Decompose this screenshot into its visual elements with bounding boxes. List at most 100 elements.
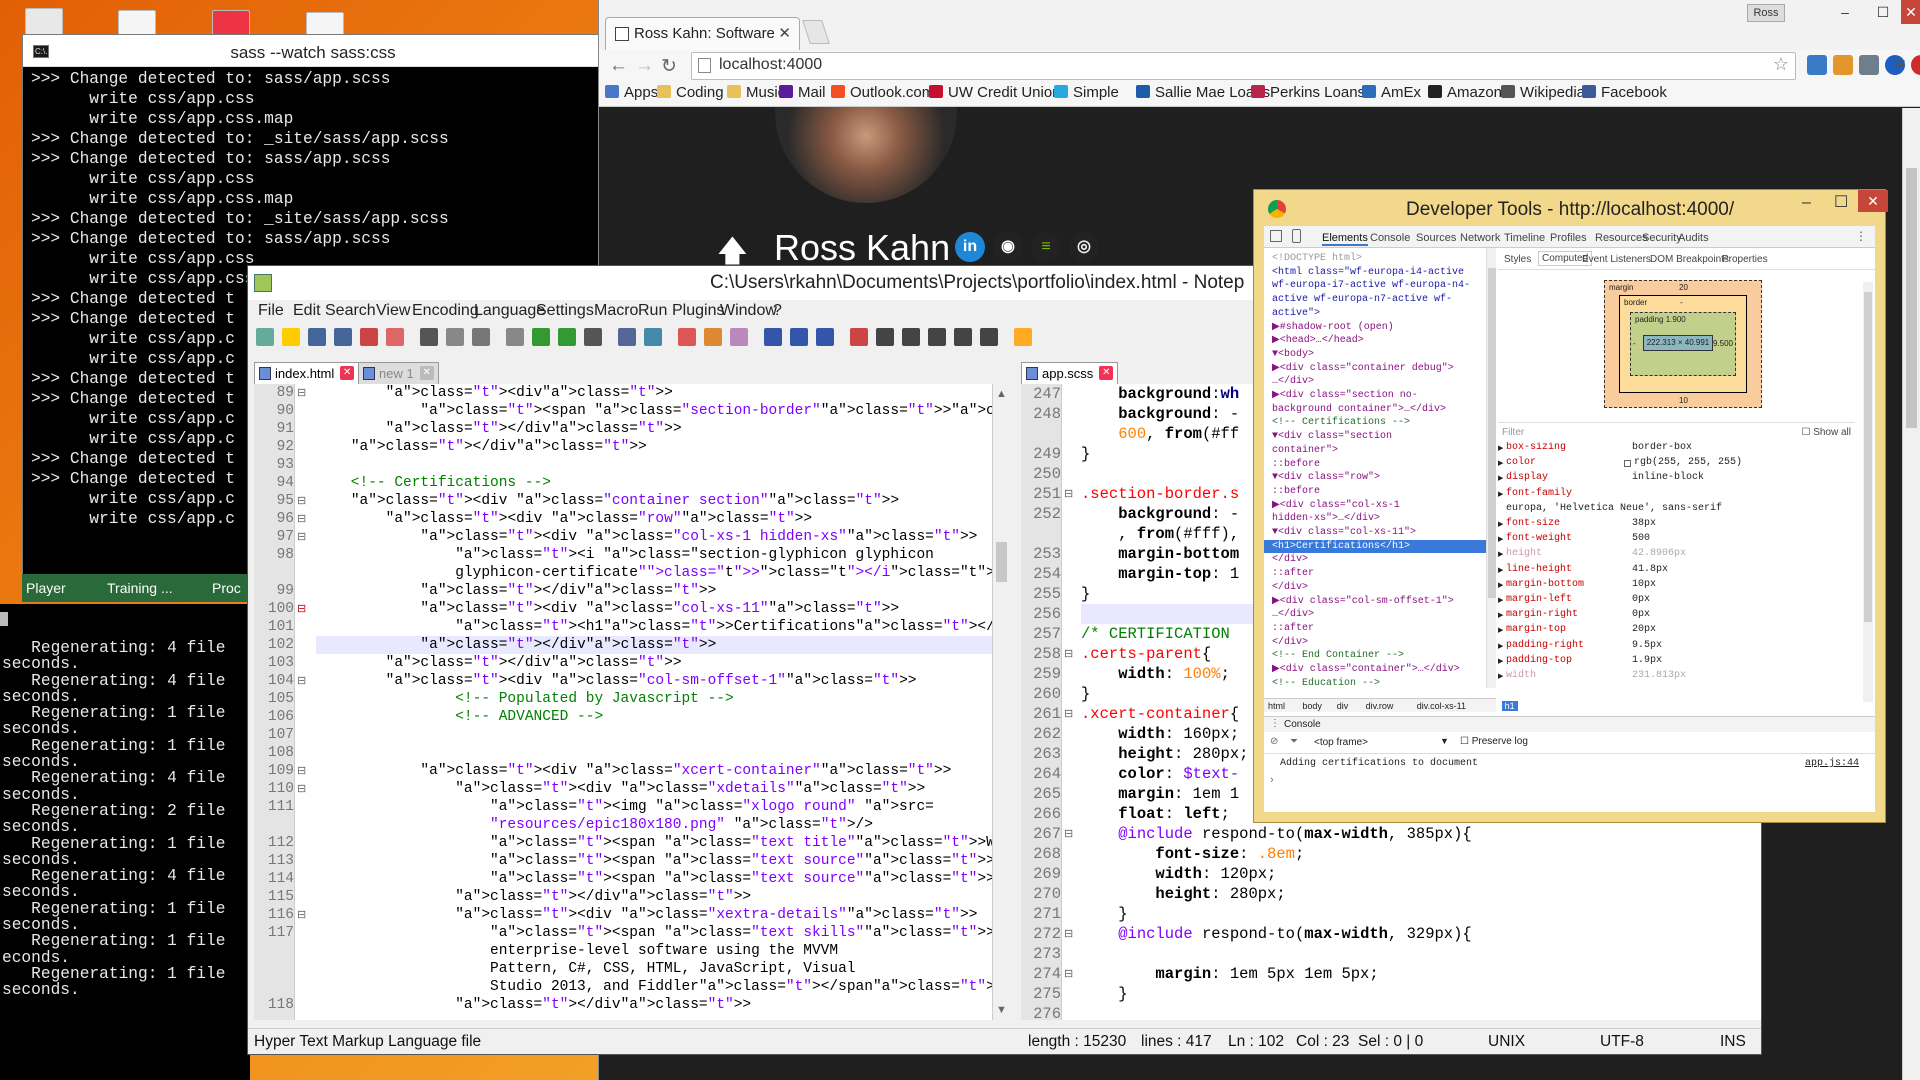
bookmark-item[interactable]: UW Credit Union	[929, 84, 1061, 101]
code-line[interactable]: "a">class="t"><div "a">class="row""a">cl…	[316, 510, 1010, 528]
computed-property[interactable]: ▶ font-family	[1498, 488, 1855, 502]
expand-arrow-icon[interactable]: ▶	[1498, 474, 1503, 483]
code-line[interactable]: "a">class="t"><img "a">class="xlogo roun…	[316, 798, 1010, 816]
code-line[interactable]	[316, 744, 1010, 762]
console-tab[interactable]: Console	[1284, 719, 1321, 730]
expand-arrow-icon[interactable]: ▶	[1498, 596, 1503, 605]
dom-node[interactable]: ::after	[1272, 622, 1314, 635]
bookmark-item[interactable]: Wikipedia	[1501, 84, 1585, 101]
code-line[interactable]: "a">class="t"><div "a">class="col-xs-11"…	[316, 600, 1010, 618]
code-line[interactable]: Pattern, C#, CSS, HTML, JavaScript, Visu…	[316, 960, 1010, 978]
dom-node[interactable]: wf-europa-i7-active wf-europa-n4-	[1272, 279, 1470, 292]
devtools-tab-console[interactable]: Console	[1370, 232, 1410, 244]
close-tab-icon[interactable]: ✕	[778, 24, 791, 42]
device-icon[interactable]	[1292, 229, 1301, 243]
code-line[interactable]: "a">class="t"><div "a">class="container …	[316, 492, 1010, 510]
devtools-tab-security[interactable]: Security	[1642, 232, 1682, 244]
fold-toggle-icon[interactable]: ⊟	[297, 782, 306, 795]
side-tab-dom-breakpoints[interactable]: DOM Breakpoints	[1650, 254, 1729, 265]
tab-index-html[interactable]: index.html ✕	[254, 362, 360, 384]
elements-tree[interactable]: <!DOCTYPE html> <html class="wf-europa-i4…	[1264, 248, 1486, 698]
close-tab-icon[interactable]: ✕	[340, 366, 355, 380]
dom-node[interactable]: ▼<body>	[1272, 348, 1314, 361]
extension-icon[interactable]	[1833, 55, 1853, 75]
toolbar-button-icon[interactable]	[980, 328, 998, 346]
breadcrumb-item[interactable]: div	[1337, 701, 1349, 711]
close-window-button[interactable]: ✕	[1901, 0, 1920, 24]
fold-margin[interactable]: ⊟ ⊟ ⊟ ⊟ ⊟ ⊟	[1061, 384, 1077, 1020]
bookmark-item[interactable]: Mail	[779, 84, 826, 101]
code-area[interactable]: "a">class="t"><div"a">class="t">> "a">cl…	[316, 384, 1010, 1014]
dom-node[interactable]: background container">…</div>	[1272, 403, 1446, 416]
toolbar-button-icon[interactable]	[282, 328, 300, 346]
code-line[interactable]: "a">class="t"><i "a">class="section-glyp…	[316, 546, 1010, 564]
dom-node[interactable]: ::before	[1272, 458, 1320, 471]
dom-node[interactable]: <h1>Certifications</h1>	[1264, 539, 1486, 553]
task-training[interactable]: Training ...	[107, 580, 173, 596]
extension-icon[interactable]	[1807, 55, 1827, 75]
elements-scrollbar[interactable]	[1486, 248, 1496, 688]
code-line[interactable]: }	[1081, 984, 1472, 1004]
code-line[interactable]	[316, 726, 1010, 744]
jekyll-console-window[interactable]: Regenerating: 4 file seconds. Regeneratin…	[0, 604, 250, 1080]
fold-toggle-icon[interactable]: ⊟	[1064, 647, 1073, 660]
devtools-tab-sources[interactable]: Sources	[1416, 232, 1456, 244]
dom-node[interactable]: ▶<div class="section no-	[1272, 389, 1418, 402]
breadcrumb-item[interactable]: div.row	[1366, 701, 1394, 711]
preserve-log-checkbox[interactable]: ☐ Preserve log	[1460, 736, 1528, 747]
toolbar-button-icon[interactable]	[816, 328, 834, 346]
console-source-link[interactable]: app.js:44	[1805, 758, 1859, 769]
scroll-up-icon[interactable]: ▲	[996, 388, 1007, 400]
code-line[interactable]: <!-- Certifications -->	[316, 474, 1010, 492]
code-line[interactable]: "a">class="t"><div"a">class="t">>	[316, 384, 1010, 402]
breadcrumb-item[interactable]: div.col-xs-11	[1417, 701, 1466, 711]
code-line[interactable]: "resources/epic180x180.png" "a">class="t…	[316, 816, 1010, 834]
code-line[interactable]: font-size: .8em;	[1081, 844, 1472, 864]
code-line[interactable]: height: 280px;	[1081, 884, 1472, 904]
code-line[interactable]: "a">class="t"></div"a">class="t">>	[316, 420, 1010, 438]
minimize-button[interactable]: –	[1825, 0, 1865, 24]
tab-app-scss[interactable]: app.scss ✕	[1021, 362, 1119, 384]
maximize-button[interactable]: ☐	[1863, 0, 1903, 24]
expand-arrow-icon[interactable]: ▶	[1498, 490, 1503, 499]
code-line[interactable]: <!-- Populated by Javascript -->	[316, 690, 1010, 708]
computed-property[interactable]: ▶ padding-right 9.5px	[1498, 640, 1855, 654]
dom-node[interactable]: </div>	[1272, 636, 1308, 649]
dom-node[interactable]: <!-- End Container -->	[1272, 649, 1404, 662]
fold-margin[interactable]: ⊟ ⊟ ⊟ ⊟ ⊟ ⊟ ⊟ ⊟ ⊟	[294, 384, 312, 1020]
left-editor[interactable]: 89 90 91 92 93 94 95 96 97 98 99 100 101 102 103 104 105…	[254, 384, 1010, 1020]
expand-arrow-icon[interactable]: ▶	[1498, 657, 1503, 666]
close-window-button[interactable]: ✕	[1858, 190, 1888, 212]
camera-icon[interactable]: ◎	[1069, 232, 1099, 262]
expand-arrow-icon[interactable]: ▶	[1498, 626, 1503, 635]
toolbar-button-icon[interactable]	[584, 328, 602, 346]
scroll-thumb[interactable]	[996, 542, 1007, 582]
toolbar-button-icon[interactable]	[360, 328, 378, 346]
dom-node[interactable]: ▶<div class="col-sm-offset-1">	[1272, 595, 1454, 608]
address-bar[interactable]: localhost:4000 ☆	[691, 52, 1796, 80]
code-line[interactable]: "a">class="t"><span "a">class="text sour…	[316, 870, 1010, 888]
code-line[interactable]: "a">class="t"></div"a">class="t">>	[316, 888, 1010, 906]
dom-node[interactable]: ▼<div class="col-xs-11">	[1272, 526, 1416, 539]
toolbar-button-icon[interactable]	[704, 328, 722, 346]
menu-window[interactable]: Window	[720, 302, 777, 320]
devtools-tab-profiles[interactable]: Profiles	[1550, 232, 1587, 244]
bookmark-item[interactable]: Music	[727, 84, 785, 101]
fold-toggle-icon[interactable]: ⊟	[297, 494, 306, 507]
dom-node[interactable]: active">	[1272, 307, 1320, 320]
bookmark-item[interactable]: Sallie Mae Loans	[1136, 84, 1270, 101]
back-icon[interactable]: ←	[609, 55, 628, 77]
computed-property[interactable]: ▶ line-height 41.8px	[1498, 564, 1855, 578]
computed-property[interactable]: ▶ margin-left 0px	[1498, 594, 1855, 608]
dom-node[interactable]: </div>	[1272, 581, 1308, 594]
toolbar-button-icon[interactable]	[850, 328, 868, 346]
computed-property[interactable]: europa, 'Helvetica Neue', sans-serif	[1498, 503, 1855, 517]
devtools-tab-network[interactable]: Network	[1460, 232, 1500, 244]
bookmark-item[interactable]: AmEx	[1362, 84, 1421, 101]
toolbar-button-icon[interactable]	[928, 328, 946, 346]
devtools-window[interactable]: Developer Tools - http://localhost:4000/…	[1253, 189, 1888, 823]
fold-toggle-icon[interactable]: ⊟	[297, 530, 306, 543]
expand-arrow-icon[interactable]: ▶	[1498, 444, 1503, 453]
fold-toggle-icon[interactable]: ⊟	[1064, 967, 1073, 980]
expand-arrow-icon[interactable]: ▶	[1498, 611, 1503, 620]
